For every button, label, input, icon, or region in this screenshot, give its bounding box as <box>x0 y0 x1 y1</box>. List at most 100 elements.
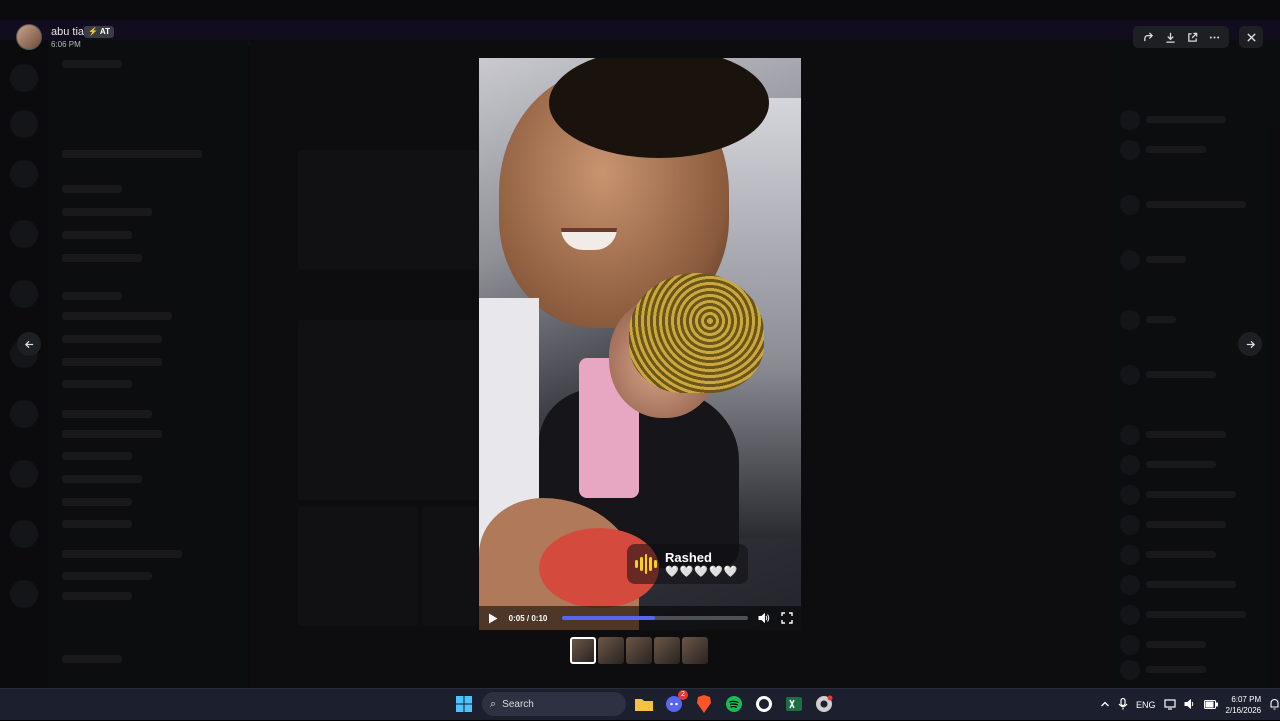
audio-wave-icon <box>635 553 657 575</box>
discord-notification-badge: 2 <box>678 690 688 700</box>
external-link-icon[interactable] <box>1183 28 1201 46</box>
channel-line <box>62 550 182 558</box>
channel-line <box>62 655 122 663</box>
media-thumbnail[interactable] <box>654 637 680 664</box>
image-attachment <box>298 506 418 626</box>
channel-line <box>62 185 122 193</box>
member-name <box>1146 316 1176 323</box>
member-name <box>1146 201 1246 208</box>
file-explorer-icon[interactable] <box>632 692 656 716</box>
taskbar-clock[interactable]: 6:07 PM 2/16/2026 <box>1226 694 1262 716</box>
member-name <box>1146 461 1216 468</box>
arrow-left-icon <box>24 340 33 348</box>
image-attachment <box>298 320 478 500</box>
media-thumbnail[interactable] <box>626 637 652 664</box>
member-avatar <box>1120 515 1140 535</box>
brave-browser-icon[interactable] <box>692 692 716 716</box>
media-viewer-header: abu tia ⚡ AT 6:06 PM <box>0 0 1280 56</box>
next-media-button[interactable] <box>1238 332 1262 356</box>
media-thumbnail[interactable] <box>598 637 624 664</box>
server-icon <box>10 64 38 92</box>
member-avatar <box>1120 605 1140 625</box>
forward-icon[interactable] <box>1139 28 1157 46</box>
member-name <box>1146 371 1216 378</box>
clan-tag: ⚡ AT <box>84 26 114 38</box>
fullscreen-icon <box>781 612 793 624</box>
channel-line <box>62 410 152 418</box>
windows-start-icon[interactable] <box>452 692 476 716</box>
search-label: Search <box>502 698 534 710</box>
channel-line <box>62 430 162 438</box>
play-button[interactable] <box>485 610 501 626</box>
channel-line <box>62 254 142 262</box>
channel-line <box>62 572 152 580</box>
chrome-icon[interactable] <box>812 692 836 716</box>
arrow-right-icon <box>1246 340 1255 348</box>
language-indicator[interactable]: ENG <box>1136 700 1156 710</box>
channel-line <box>62 208 152 216</box>
author-name[interactable]: abu tia <box>51 26 84 38</box>
microphone-icon[interactable] <box>1118 697 1128 712</box>
member-avatar <box>1120 250 1140 270</box>
member-name <box>1146 581 1236 588</box>
download-icon[interactable] <box>1161 28 1179 46</box>
member-name <box>1146 116 1226 123</box>
speaker-icon[interactable] <box>1184 698 1196 712</box>
channel-line <box>62 475 142 483</box>
notification-icon[interactable] <box>1269 698 1280 712</box>
member-avatar <box>1120 195 1140 215</box>
member-avatar <box>1120 635 1140 655</box>
excel-icon[interactable] <box>782 692 806 716</box>
server-icon <box>10 400 38 428</box>
media-thumbnail[interactable] <box>682 637 708 664</box>
member-avatar <box>1120 545 1140 565</box>
taskbar-search[interactable]: ⌕ Search <box>482 692 626 716</box>
server-icon <box>10 220 38 248</box>
member-avatar <box>1120 365 1140 385</box>
time-display: 0:05 / 0:10 <box>508 613 548 623</box>
taskbar-apps: ⌕ Search 2 <box>452 690 836 716</box>
channel-line <box>62 520 132 528</box>
more-icon[interactable] <box>1205 28 1223 46</box>
search-icon: ⌕ <box>490 697 497 710</box>
channel-line <box>62 292 122 300</box>
server-rail <box>0 40 48 688</box>
discord-window: abu tia ⚡ AT 6:06 PM Rashed 🤍🤍🤍🤍🤍 0:05 /… <box>0 0 1280 688</box>
server-icon <box>10 460 38 488</box>
previous-media-button[interactable] <box>17 332 41 356</box>
member-avatar <box>1120 485 1140 505</box>
caption-hearts: 🤍🤍🤍🤍🤍 <box>665 566 739 578</box>
member-avatar <box>1120 575 1140 595</box>
video-player[interactable]: Rashed 🤍🤍🤍🤍🤍 0:05 / 0:10 <box>479 58 801 630</box>
server-icon <box>10 110 38 138</box>
chevron-up-icon[interactable] <box>1100 699 1110 711</box>
progress-slider[interactable] <box>561 616 748 620</box>
member-name <box>1146 491 1236 498</box>
spotify-icon[interactable] <box>722 692 746 716</box>
member-name <box>1146 551 1216 558</box>
close-viewer-button[interactable] <box>1239 26 1263 48</box>
image-attachment <box>422 506 478 626</box>
channel-line <box>62 452 132 460</box>
video-controls: 0:05 / 0:10 <box>479 606 801 630</box>
clock-time: 6:07 PM <box>1231 695 1262 704</box>
author-avatar[interactable] <box>16 24 42 50</box>
message-timestamp: 6:06 PM <box>51 40 81 49</box>
media-thumbnail[interactable] <box>570 637 596 664</box>
member-name <box>1146 431 1226 438</box>
network-icon[interactable] <box>1163 698 1176 712</box>
video-frame-headdress <box>629 273 764 393</box>
member-avatar <box>1120 310 1140 330</box>
obs-studio-icon[interactable] <box>752 692 776 716</box>
member-avatar <box>1120 455 1140 475</box>
channel-line <box>62 60 122 68</box>
battery-icon[interactable] <box>1203 699 1218 711</box>
member-list <box>1110 40 1280 688</box>
channel-list <box>48 40 248 688</box>
member-name <box>1146 666 1206 673</box>
fullscreen-button[interactable] <box>779 610 795 626</box>
discord-icon[interactable]: 2 <box>662 690 688 716</box>
volume-button[interactable] <box>756 610 772 626</box>
member-avatar <box>1120 425 1140 445</box>
clock-date: 2/16/2026 <box>1225 706 1262 715</box>
